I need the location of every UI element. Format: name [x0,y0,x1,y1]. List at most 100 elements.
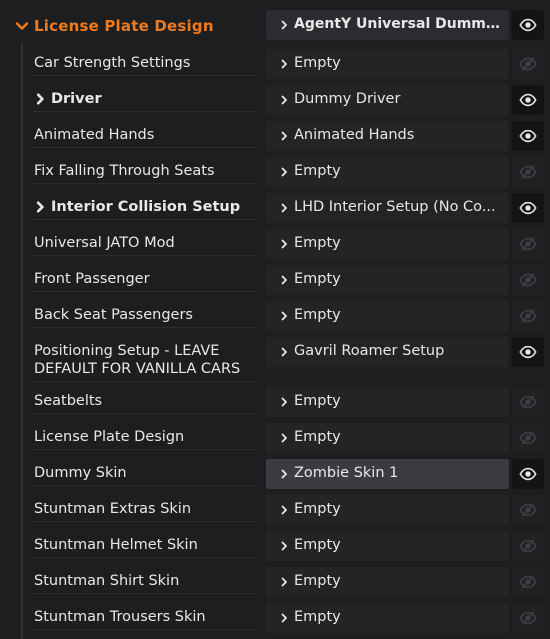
slot-row: Stuntman Trousers Skin Empty [0,603,550,635]
part-dropdown[interactable]: Empty [266,603,509,633]
visibility-toggle[interactable] [512,423,544,453]
visibility-toggle[interactable] [512,301,544,331]
slot-row: Car Strength Settings Empty [0,49,550,81]
visibility-toggle[interactable] [512,10,544,40]
slot-label: Dummy Skin [34,464,256,486]
slot-row: Front Passenger Empty [0,265,550,297]
slot-tree-panel: License Plate Design AgentY Universal Du… [0,0,550,639]
visibility-toggle[interactable] [512,193,544,223]
slot-label-text: Positioning Setup - LEAVE DEFAULT FOR VA… [34,343,241,377]
chevron-right-icon [281,469,287,479]
slot-label: Back Seat Passengers [34,306,256,328]
visibility-toggle[interactable] [512,495,544,525]
chevron-right-icon [281,613,287,623]
chevron-right-icon [36,201,44,213]
part-dropdown-value: Empty [294,55,341,71]
part-dropdown[interactable]: AgentY Universal Dummy ... [266,10,509,40]
part-dropdown[interactable]: Empty [266,229,509,259]
eye-off-icon [519,611,537,625]
visibility-toggle[interactable] [512,157,544,187]
chevron-right-icon [281,59,287,69]
chevron-right-icon [281,167,287,177]
eye-icon [519,18,537,32]
slot-row: Animated Hands Animated Hands [0,121,550,153]
eye-icon [519,201,537,215]
part-dropdown[interactable]: Empty [266,265,509,295]
slot-group-toggle[interactable]: Interior Collision Setup [34,198,256,220]
part-dropdown-value: Empty [294,609,341,625]
part-dropdown-value: Dummy Driver [294,91,401,107]
part-dropdown[interactable]: Empty [266,495,509,525]
part-dropdown-value: Empty [294,163,341,179]
visibility-toggle[interactable] [512,567,544,597]
slot-label-text: Stuntman Trousers Skin [34,609,206,625]
part-dropdown-value: Zombie Skin 1 [294,465,399,481]
collapse-toggle[interactable]: License Plate Design [14,8,214,44]
slot-label-text: Interior Collision Setup [51,199,241,215]
visibility-toggle[interactable] [512,459,544,489]
visibility-toggle[interactable] [512,603,544,633]
visibility-toggle[interactable] [512,265,544,295]
slot-row: Interior Collision Setup LHD Interior Set… [0,193,550,225]
part-dropdown[interactable]: Gavril Roamer Setup [266,337,509,367]
part-dropdown[interactable]: Empty [266,423,509,453]
visibility-toggle[interactable] [512,49,544,79]
slot-row: License Plate Design Empty [0,423,550,455]
visibility-toggle[interactable] [512,387,544,417]
slot-row: Stuntman Extras Skin Empty [0,495,550,527]
chevron-right-icon [281,275,287,285]
part-dropdown[interactable]: Empty [266,531,509,561]
slot-label: License Plate Design [34,428,256,450]
part-dropdown-value: Empty [294,429,341,445]
part-dropdown[interactable]: Animated Hands [266,121,509,151]
eye-off-icon [519,237,537,251]
part-dropdown[interactable]: LHD Interior Setup (No Co... [266,193,509,223]
visibility-toggle[interactable] [512,85,544,115]
slot-label-text: Universal JATO Mod [34,235,175,251]
slot-row: Seatbelts Empty [0,387,550,419]
chevron-right-icon [281,311,287,321]
slot-label-text: Animated Hands [34,127,155,143]
part-dropdown[interactable]: Empty [266,387,509,417]
visibility-toggle[interactable] [512,531,544,561]
part-dropdown-value: Empty [294,573,341,589]
eye-icon [519,129,537,143]
chevron-right-icon [281,505,287,515]
visibility-toggle[interactable] [512,337,544,367]
slot-label: Animated Hands [34,126,256,148]
chevron-right-icon [281,347,287,357]
part-dropdown[interactable]: Empty [266,301,509,331]
slot-label-text: License Plate Design [34,429,185,445]
eye-icon [519,345,537,359]
slot-row: Stuntman Shirt Skin Empty [0,567,550,599]
visibility-toggle[interactable] [512,229,544,259]
slot-row: Back Seat Passengers Empty [0,301,550,333]
part-dropdown-value: Empty [294,501,341,517]
chevron-down-icon [15,22,29,30]
part-header-row: License Plate Design AgentY Universal Du… [0,8,550,44]
visibility-toggle[interactable] [512,121,544,151]
part-dropdown[interactable]: Zombie Skin 1 [266,459,509,489]
part-dropdown[interactable]: Empty [266,567,509,597]
slot-row: Stuntman Helmet Skin Empty [0,531,550,563]
slot-row: Universal JATO Mod Empty [0,229,550,261]
slot-label: Stuntman Helmet Skin [34,536,256,558]
part-dropdown[interactable]: Empty [266,157,509,187]
chevron-right-icon [281,397,287,407]
part-dropdown[interactable]: Dummy Driver [266,85,509,115]
slot-title: License Plate Design [34,17,214,35]
part-dropdown-value: Empty [294,235,341,251]
slot-group-toggle[interactable]: Driver [34,90,256,112]
eye-icon [519,93,537,107]
slot-label-text: Car Strength Settings [34,55,191,71]
eye-off-icon [519,309,537,323]
eye-off-icon [519,57,537,71]
slot-label: Fix Falling Through Seats [34,162,256,184]
part-dropdown[interactable]: Empty [266,49,509,79]
slot-label-text: Seatbelts [34,393,103,409]
eye-off-icon [519,503,537,517]
chevron-right-icon [281,541,287,551]
slot-label: Seatbelts [34,392,256,414]
eye-off-icon [519,539,537,553]
chevron-right-icon [281,577,287,587]
